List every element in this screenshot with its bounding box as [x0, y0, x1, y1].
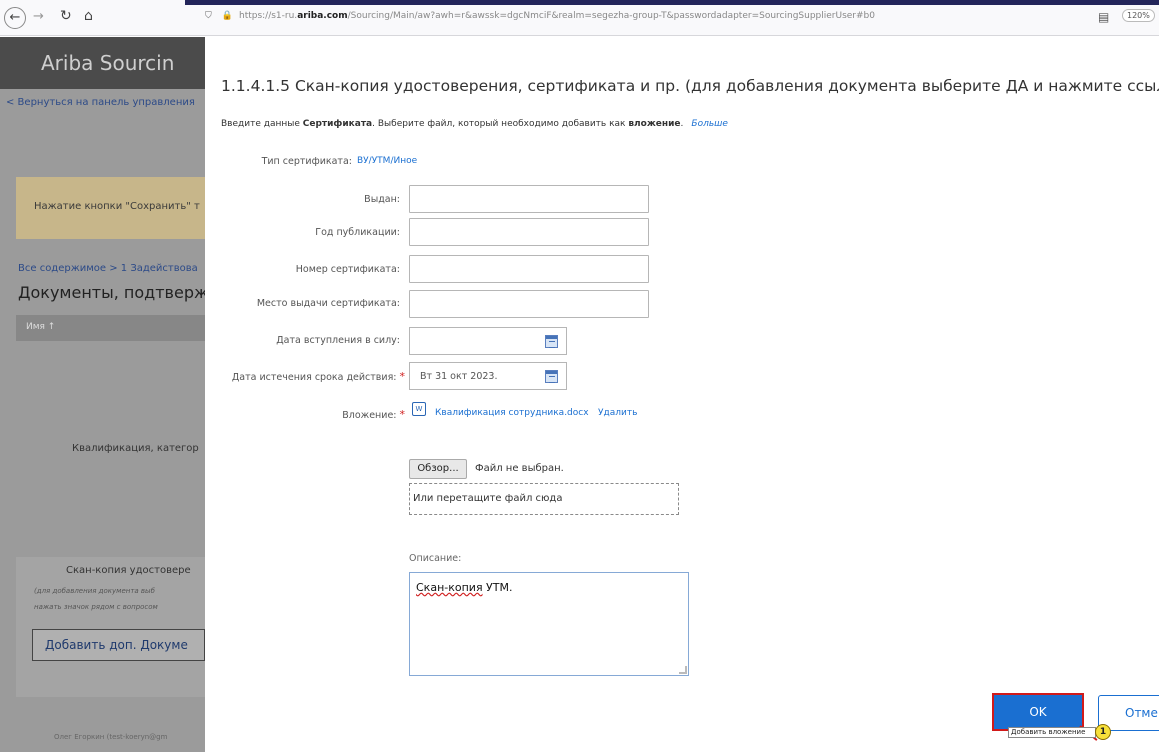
add-document-button[interactable]: Добавить доп. Докуме — [32, 629, 205, 661]
required-star-icon: * — [399, 370, 406, 383]
step-badge: 1 — [1095, 724, 1111, 740]
attachment-label-row: Вложение: * — [300, 408, 405, 421]
description-value-misspelled: Скан-копия — [416, 581, 483, 594]
expiry-date-label: Дата истечения срока действия: — [231, 372, 397, 383]
scan-row-title: Скан-копия удостовере — [66, 565, 191, 576]
back-to-dashboard-link[interactable]: < Вернуться на панель управления — [6, 97, 195, 108]
effective-date-field[interactable] — [409, 327, 567, 355]
resize-grip-icon[interactable] — [679, 666, 687, 674]
issue-place-label: Место выдачи сертификата: — [256, 298, 400, 309]
attachment-delete-link[interactable]: Удалить — [598, 408, 637, 418]
back-arrow-icon[interactable]: ← — [4, 7, 26, 29]
intro-bold-certificate: Сертификата — [302, 119, 373, 129]
breadcrumb[interactable]: Все содержимое > 1 Задействова — [18, 263, 198, 274]
warning-banner: Нажатие кнопки "Сохранить" т — [16, 177, 205, 239]
footer-user: Олег Егоркин (test-koeryn@gm — [54, 733, 168, 741]
issued-by-label: Выдан: — [364, 194, 400, 205]
file-drop-zone[interactable]: Или перетащите файл сюда — [409, 483, 679, 515]
expiry-date-value: Вт 31 окт 2023. — [420, 371, 498, 382]
app-header: Ariba Sourcin — [0, 37, 205, 89]
calendar-icon[interactable] — [545, 370, 558, 383]
warning-text: Нажатие кнопки "Сохранить" т — [34, 201, 200, 212]
scan-row-hint: (для добавления документа выб — [34, 587, 155, 595]
attachment-label: Вложение: — [342, 410, 397, 421]
drop-zone-text: Или перетащите файл сюда — [413, 493, 563, 504]
url-path: /Sourcing/Main/aw?awh=r&awssk=dgcNmciF&r… — [347, 11, 875, 21]
table-row-qualification: Квалификация, категор — [72, 443, 199, 454]
home-icon[interactable]: ⌂ — [84, 8, 93, 24]
app-logo: Ariba Sourcin — [41, 51, 175, 75]
description-textarea[interactable]: Скан-копия УТМ. — [409, 572, 689, 676]
required-star-icon: * — [399, 408, 406, 421]
reload-icon[interactable]: ↻ — [60, 8, 72, 24]
modal-intro: Введите данные Сертификата. Выберите фай… — [221, 119, 728, 129]
description-value-rest: УТМ. — [482, 581, 513, 594]
ok-button[interactable]: OK — [992, 693, 1084, 731]
cert-number-field[interactable] — [409, 255, 649, 283]
description-value: Скан-копия УТМ. — [416, 581, 512, 594]
table-header: Имя ↑ — [16, 315, 205, 341]
section-title: Документы, подтвержда — [18, 283, 205, 302]
forward-arrow-icon[interactable]: → — [33, 9, 44, 24]
cert-type-label: Тип сертификата: — [261, 156, 352, 167]
intro-text: . Выберите файл, который необходимо доба… — [372, 119, 629, 129]
scan-row-hint: нажать значок рядом с вопросом — [34, 603, 158, 611]
tracking-protection-icon[interactable]: ⛉ — [205, 11, 212, 21]
intro-text: Введите данные — [221, 119, 303, 129]
url-prefix: https://s1-ru. — [238, 11, 298, 21]
column-header-name[interactable]: Имя ↑ — [26, 322, 55, 332]
word-document-icon: W — [412, 402, 426, 416]
no-file-selected-text: Файл не выбран. — [475, 463, 564, 474]
add-document-label: Добавить доп. Докуме — [45, 638, 188, 652]
pub-year-field[interactable] — [409, 218, 649, 246]
zoom-level-badge[interactable]: 120% — [1122, 9, 1155, 22]
table-row-scan: Скан-копия удостовере (для добавления до… — [16, 557, 205, 697]
browser-toolbar: ← → ↻ ⌂ ⛉ 🔒 https://s1-ru.ariba.com/Sourci… — [0, 0, 1159, 36]
cert-number-label: Номер сертификата: — [295, 264, 400, 275]
intro-bold-attachment: вложение — [628, 119, 681, 129]
tooltip: Добавить вложение — [1008, 727, 1096, 738]
issue-place-field[interactable] — [409, 290, 649, 318]
cert-type-value[interactable]: ВУ/УТМ/Иное — [357, 156, 417, 166]
lock-icon[interactable]: 🔒 — [222, 11, 233, 21]
description-label: Описание: — [409, 553, 462, 564]
expiry-date-label-row: Дата истечения срока действия: * — [205, 370, 405, 383]
pub-year-label: Год публикации: — [315, 227, 400, 238]
effective-date-label: Дата вступления в силу: — [276, 335, 400, 346]
reader-view-icon[interactable]: ▤ — [1098, 10, 1109, 24]
browse-button[interactable]: Обзор... — [409, 459, 467, 479]
address-bar[interactable]: ⛉ 🔒 https://s1-ru.ariba.com/Sourcing/Main/… — [205, 11, 875, 21]
more-link[interactable]: Больше — [691, 119, 728, 129]
issued-by-field[interactable] — [409, 185, 649, 213]
window-title-strip — [185, 0, 1159, 5]
intro-text: . — [680, 119, 684, 129]
calendar-icon[interactable] — [545, 335, 558, 348]
attachment-file-link[interactable]: Квалификация сотрудника.docx — [435, 408, 589, 418]
url-domain: ariba.com — [297, 11, 348, 21]
background-app-overlay: Ariba Sourcin < Вернуться на панель упра… — [0, 37, 205, 752]
expiry-date-field[interactable]: Вт 31 окт 2023. — [409, 362, 567, 390]
certificate-modal: 1.1.4.1.5 Скан-копия удостоверения, серт… — [205, 37, 1159, 752]
modal-title: 1.1.4.1.5 Скан-копия удостоверения, серт… — [221, 77, 1159, 95]
